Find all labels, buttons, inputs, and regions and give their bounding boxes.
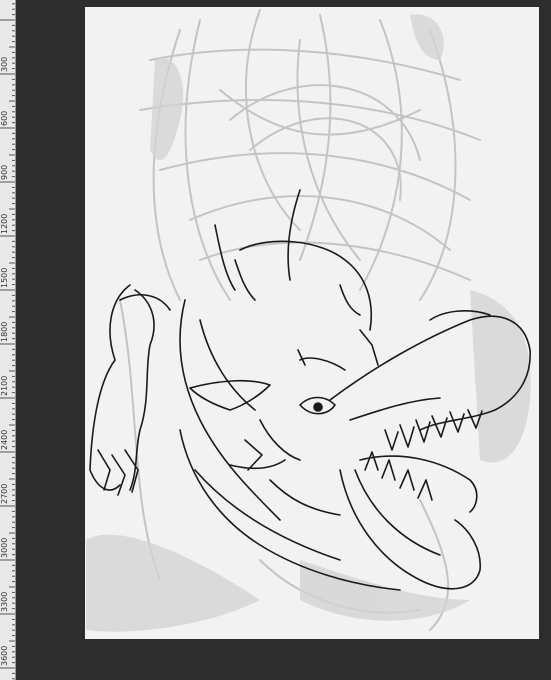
drawing-canvas[interactable] bbox=[85, 7, 539, 639]
ruler-label: 2700 bbox=[0, 483, 9, 504]
ruler-label: 3600 bbox=[0, 645, 9, 666]
ruler-label: 1200 bbox=[0, 213, 9, 234]
ink-layer bbox=[89, 189, 531, 591]
ruler-label: 3300 bbox=[0, 591, 9, 612]
ruler-label: 900 bbox=[0, 164, 9, 180]
ruler-label: 1500 bbox=[0, 267, 9, 288]
ruler-label: 2100 bbox=[0, 375, 9, 396]
ruler-label: 2400 bbox=[0, 429, 9, 450]
ruler-label: 600 bbox=[0, 110, 9, 126]
ruler-label: 1800 bbox=[0, 321, 9, 342]
ruler-label: 300 bbox=[0, 56, 9, 72]
vertical-ruler[interactable]: 300 600 900 1200 1500 1800 2100 2400 2700 3000 330… bbox=[0, 0, 16, 680]
sketch-artwork bbox=[86, 9, 531, 632]
ruler-label: 3000 bbox=[0, 537, 9, 558]
